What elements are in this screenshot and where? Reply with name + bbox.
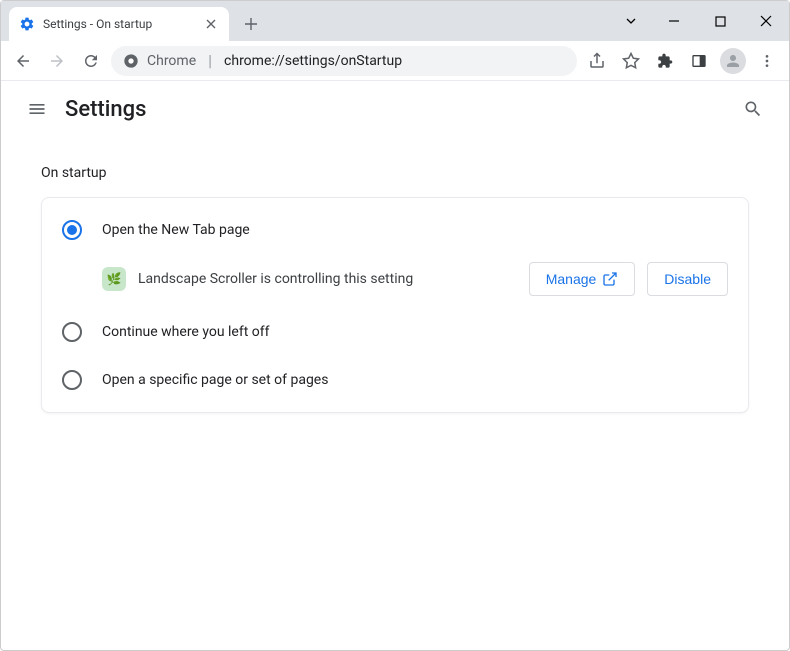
option-label: Open the New Tab page [102, 222, 250, 238]
manage-label: Manage [546, 271, 597, 287]
hamburger-icon[interactable] [17, 89, 57, 129]
sidepanel-icon[interactable] [685, 47, 713, 75]
url-scheme: Chrome [147, 53, 196, 69]
radio-selected-icon [62, 220, 82, 240]
url-separator: | [208, 51, 212, 70]
address-bar: Chrome | chrome://settings/onStartup [1, 41, 789, 81]
settings-content: Settings On startup Open the New Tab pag… [1, 81, 789, 413]
option-label: Open a specific page or set of pages [102, 372, 328, 388]
chevron-down-icon[interactable] [611, 1, 651, 41]
menu-icon[interactable] [753, 47, 781, 75]
controlled-text: Landscape Scroller is controlling this s… [138, 271, 517, 287]
option-label: Continue where you left off [102, 324, 270, 340]
window-titlebar: Settings - On startup [1, 1, 789, 41]
reload-button[interactable] [77, 47, 105, 75]
new-tab-button[interactable] [237, 10, 265, 38]
extension-icon: 🌿 [102, 267, 126, 291]
radio-icon [62, 322, 82, 342]
close-window-button[interactable] [743, 1, 789, 41]
radio-icon [62, 370, 82, 390]
extensions-icon[interactable] [651, 47, 679, 75]
page-title: Settings [65, 97, 146, 122]
url-path: chrome://settings/onStartup [224, 53, 402, 69]
option-specific-pages[interactable]: Open a specific page or set of pages [42, 356, 748, 404]
search-icon[interactable] [733, 89, 773, 129]
disable-label: Disable [664, 271, 711, 287]
external-link-icon [602, 271, 618, 287]
controlled-by-extension-row: 🌿 Landscape Scroller is controlling this… [42, 254, 748, 308]
back-button[interactable] [9, 47, 37, 75]
settings-header: Settings [1, 81, 789, 137]
disable-button[interactable]: Disable [647, 262, 728, 296]
option-new-tab[interactable]: Open the New Tab page [42, 206, 748, 254]
close-icon[interactable] [203, 16, 219, 32]
forward-button[interactable] [43, 47, 71, 75]
browser-tab[interactable]: Settings - On startup [9, 7, 229, 41]
share-icon[interactable] [583, 47, 611, 75]
manage-button[interactable]: Manage [529, 262, 636, 296]
chrome-logo-icon [123, 53, 139, 69]
window-controls [611, 1, 789, 41]
minimize-button[interactable] [651, 1, 697, 41]
profile-avatar[interactable] [719, 47, 747, 75]
maximize-button[interactable] [697, 1, 743, 41]
omnibox[interactable]: Chrome | chrome://settings/onStartup [111, 46, 577, 76]
startup-options-card: Open the New Tab page 🌿 Landscape Scroll… [41, 197, 749, 413]
gear-icon [19, 16, 35, 32]
option-continue[interactable]: Continue where you left off [42, 308, 748, 356]
star-icon[interactable] [617, 47, 645, 75]
tab-title: Settings - On startup [43, 17, 203, 31]
section-title: On startup [1, 137, 789, 197]
